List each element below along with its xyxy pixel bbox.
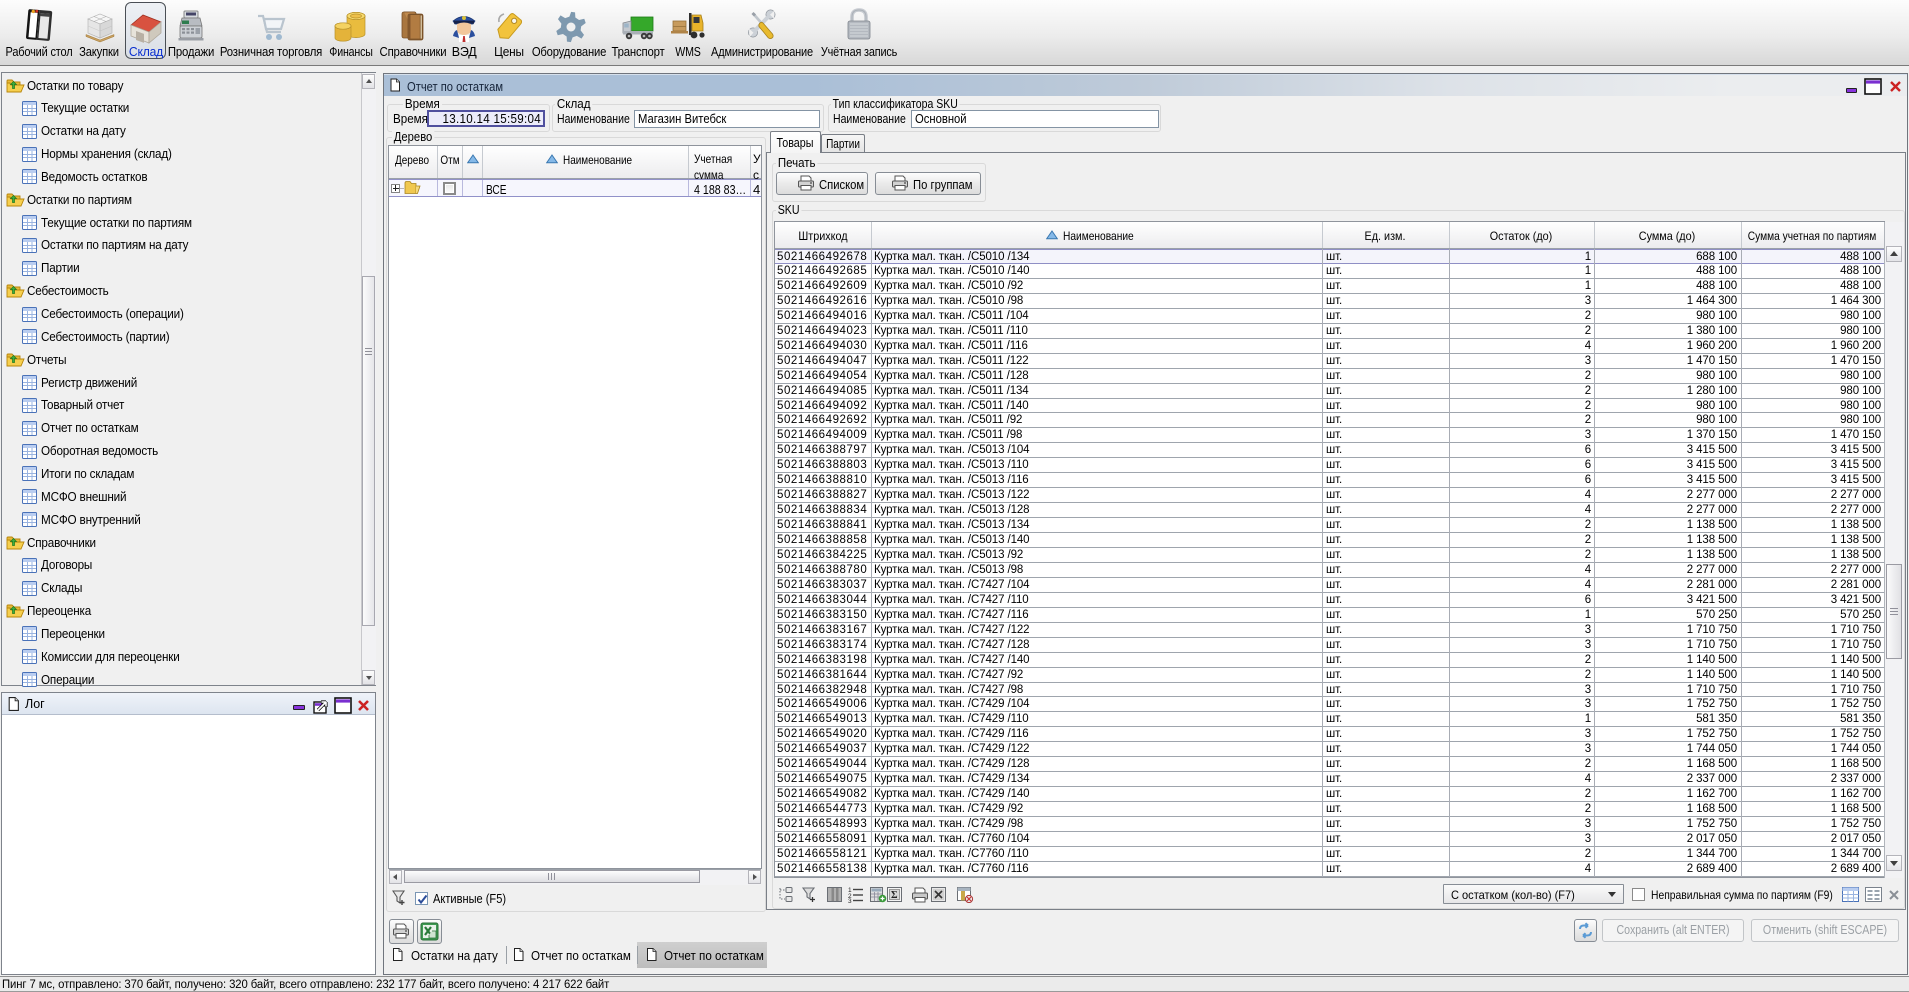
svg-text:3: 3: [848, 898, 852, 903]
svg-text:Σ: Σ: [891, 890, 898, 901]
